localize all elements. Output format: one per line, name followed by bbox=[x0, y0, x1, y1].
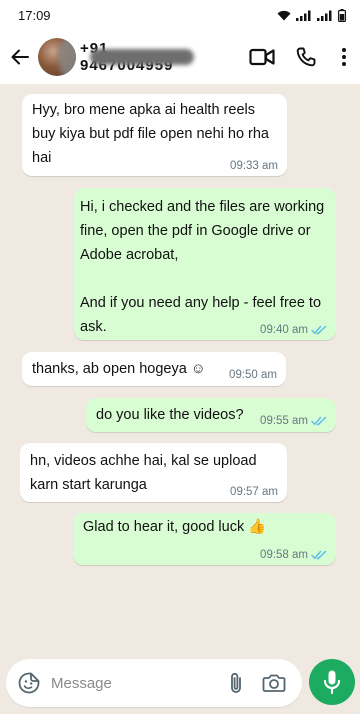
camera-button[interactable] bbox=[254, 659, 294, 707]
message-composer bbox=[6, 659, 302, 707]
message-time: 09:57 am bbox=[230, 486, 278, 498]
voice-record-button[interactable] bbox=[309, 659, 355, 705]
message-meta: 09:33 am bbox=[230, 159, 278, 173]
attach-button[interactable] bbox=[218, 659, 254, 707]
double-check-icon bbox=[311, 416, 327, 426]
wifi-icon bbox=[277, 10, 291, 20]
back-button[interactable] bbox=[2, 30, 38, 84]
status-time: 17:09 bbox=[18, 7, 51, 23]
contact-name[interactable]: +91 9467004959 bbox=[80, 40, 194, 74]
message-text: Hi, i checked and the files are working … bbox=[80, 199, 325, 335]
video-call-icon bbox=[249, 48, 275, 66]
emoji-sticker-icon bbox=[18, 672, 40, 694]
message-time: 09:55 am bbox=[260, 415, 308, 427]
header-actions bbox=[240, 30, 360, 84]
message-meta: 09:55 am bbox=[260, 414, 327, 428]
camera-icon bbox=[262, 674, 286, 692]
chat-header: +91 9467004959 bbox=[0, 30, 360, 84]
battery-icon bbox=[338, 8, 346, 22]
contact-avatar[interactable] bbox=[38, 38, 76, 76]
message-meta: 09:58 am bbox=[260, 548, 327, 562]
double-check-icon bbox=[311, 325, 327, 335]
mic-icon bbox=[323, 670, 341, 695]
more-options-button[interactable] bbox=[328, 30, 360, 84]
message-bubble-outgoing[interactable]: do you like the videos? 09:55 am bbox=[86, 398, 336, 432]
sticker-button[interactable] bbox=[9, 659, 49, 707]
message-bubble-incoming[interactable]: hn, videos achhe hai, kal se upload karn… bbox=[20, 443, 287, 502]
double-check-icon bbox=[311, 550, 327, 560]
message-meta: 09:40 am bbox=[260, 323, 327, 337]
message-bubble-outgoing[interactable]: Hi, i checked and the files are working … bbox=[74, 188, 336, 340]
message-text: Glad to hear it, good luck 👍 bbox=[83, 519, 267, 535]
message-time: 09:40 am bbox=[260, 324, 308, 336]
message-bubble-outgoing[interactable]: Glad to hear it, good luck 👍 09:58 am bbox=[73, 513, 336, 565]
status-icons bbox=[277, 8, 346, 22]
more-vertical-icon bbox=[342, 48, 346, 66]
redaction-blur bbox=[90, 49, 194, 65]
status-bar: 17:09 bbox=[0, 0, 360, 30]
signal-icon bbox=[296, 10, 311, 21]
message-bubble-incoming[interactable]: thanks, ab open hogeya ☺ 09:50 am bbox=[22, 352, 286, 386]
video-call-button[interactable] bbox=[240, 30, 284, 84]
message-meta: 09:50 am bbox=[229, 368, 277, 382]
voice-call-button[interactable] bbox=[284, 30, 328, 84]
message-time: 09:58 am bbox=[260, 549, 308, 561]
message-input[interactable] bbox=[51, 674, 201, 692]
chat-area[interactable]: Hyy, bro mene apka ai health reels buy k… bbox=[0, 84, 360, 650]
phone-icon bbox=[296, 47, 316, 67]
message-time: 09:50 am bbox=[229, 369, 277, 381]
back-arrow-icon bbox=[11, 49, 29, 65]
message-meta: 09:57 am bbox=[230, 485, 278, 499]
signal-icon-2 bbox=[317, 10, 332, 21]
message-bubble-incoming[interactable]: Hyy, bro mene apka ai health reels buy k… bbox=[22, 94, 287, 176]
attach-icon bbox=[231, 672, 241, 693]
message-time: 09:33 am bbox=[230, 160, 278, 172]
